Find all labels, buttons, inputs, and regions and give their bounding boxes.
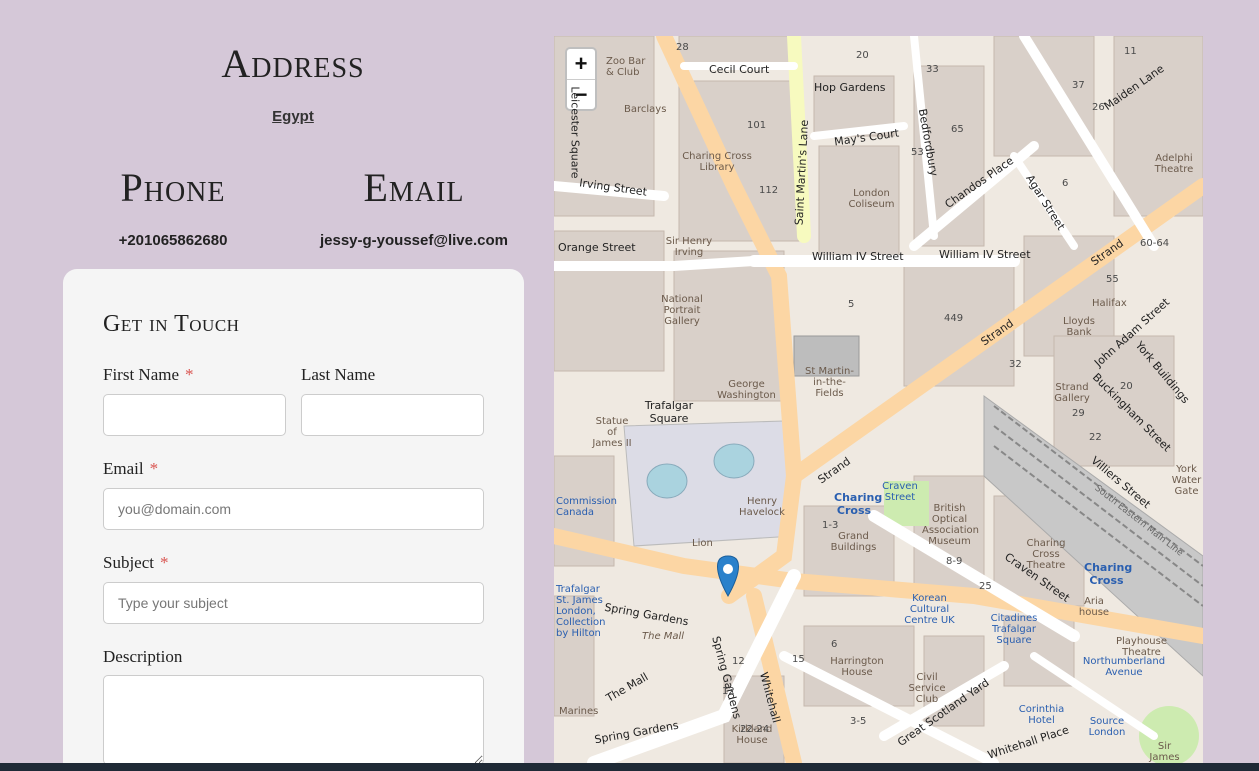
house-number: 22 [1089, 432, 1102, 443]
map-place: Henry Havelock [739, 496, 785, 518]
email-heading: Email [363, 165, 465, 210]
email-input[interactable] [103, 488, 484, 530]
house-number: 112 [759, 185, 779, 196]
last-name-label: Last Name [301, 365, 376, 384]
house-number: 37 [1072, 80, 1085, 91]
required-mark: * [185, 365, 194, 384]
map-place: Craven Street [882, 481, 918, 503]
map-place: Barclays [624, 104, 667, 115]
map-view[interactable]: + − Cecil Court Hop Gardens May's Court … [554, 36, 1203, 763]
address-heading: Address [221, 41, 365, 86]
map-place: Trafalgar Square [644, 399, 694, 425]
map-label: Cecil Court [709, 63, 770, 76]
map-place: Harrington House [830, 656, 884, 678]
subject-label-text: Subject [103, 553, 154, 572]
zoom-in-button[interactable]: + [567, 49, 595, 79]
house-number: 22-24 [740, 724, 770, 735]
email-label-text: Email [103, 459, 144, 478]
map-place: St Martin-in-the-Fields [805, 366, 854, 399]
map-place: Sir James Outram [1149, 741, 1180, 763]
map-label: Orange Street [558, 241, 636, 254]
email-value: jessy-g-youssef@live.com [319, 232, 509, 249]
map-place: Charing Cross Theatre [1026, 538, 1066, 571]
map-place: Charing Cross Library [682, 151, 752, 173]
address-link[interactable]: Egypt [243, 108, 343, 125]
house-number: 11 [1124, 46, 1137, 57]
map-place: Statue of James II [592, 416, 632, 449]
house-number: 60-64 [1140, 238, 1170, 249]
map-place: Charing Cross [834, 491, 883, 517]
house-number: 25 [979, 581, 992, 592]
house-number: 15 [792, 654, 805, 665]
map-place: Halifax [1092, 298, 1127, 309]
map-place: Aria house [1078, 596, 1110, 618]
house-number: 28 [676, 42, 689, 53]
first-name-label: First Name * [103, 365, 194, 385]
map-place: Sir Henry Irving [665, 236, 713, 258]
contact-form-card: Get in Touch First Name * Last Name Email… [63, 269, 524, 771]
description-label: Description [103, 647, 183, 666]
map-place: Playhouse Theatre [1115, 636, 1167, 658]
required-mark: * [149, 459, 159, 478]
house-number: 6 [1062, 178, 1069, 189]
first-name-label-text: First Name [103, 365, 180, 384]
map-place: Marines [559, 706, 599, 717]
subject-input[interactable] [103, 582, 484, 624]
house-number: 33 [926, 64, 939, 75]
form-title: Get in Touch [103, 311, 240, 337]
house-number: 1-3 [822, 520, 839, 531]
house-number: 8-9 [946, 556, 963, 567]
map-place: London Coliseum [848, 188, 895, 210]
email-label: Email * [103, 459, 158, 479]
map-place: Commission Canada [556, 496, 618, 518]
house-number: 449 [944, 313, 964, 324]
house-number: 26 [1092, 102, 1105, 113]
house-number: 20 [856, 50, 869, 61]
map-place: Charing Cross [1084, 561, 1133, 587]
house-number: 65 [951, 124, 964, 135]
map-place: Lion [692, 538, 713, 549]
map-place: National Portrait Gallery [661, 294, 703, 327]
house-number: 101 [747, 120, 767, 131]
house-number: 12 [722, 686, 735, 697]
house-number: 3-5 [850, 716, 867, 727]
house-number: 5 [848, 299, 855, 310]
taskbar [0, 763, 1259, 771]
map-label: William IV Street [812, 250, 904, 263]
house-number: 12 [732, 656, 745, 667]
map-place: Trafalgar St. James London, Collection b… [556, 584, 606, 639]
map-place: Grand Buildings [830, 531, 877, 553]
map-place: Civil Service Club [908, 672, 946, 705]
map-place: The Mall [642, 631, 685, 642]
first-name-input[interactable] [103, 394, 286, 436]
map-place: Zoo Bar & Club [606, 56, 646, 78]
map-place: Lloyds Bank [1063, 316, 1095, 338]
map-label: Hop Gardens [814, 81, 886, 94]
phone-heading: Phone [120, 165, 226, 210]
house-number: 55 [1106, 274, 1119, 285]
map-place: Strand Gallery [1054, 382, 1090, 404]
house-number: 20 [1120, 381, 1133, 392]
house-number: 29 [1072, 408, 1085, 419]
required-mark: * [160, 553, 169, 572]
phone-value: +201065862680 [118, 232, 228, 249]
map-label: Leicester Square [568, 86, 582, 179]
house-number: 6 [831, 639, 838, 650]
map-label: William IV Street [939, 248, 1031, 261]
map-place: Source London [1088, 716, 1126, 738]
map-place: Korean Cultural Centre UK [904, 593, 955, 626]
house-number: 53 [911, 147, 924, 158]
description-textarea[interactable] [103, 675, 484, 765]
subject-label: Subject * [103, 553, 169, 573]
last-name-input[interactable] [301, 394, 484, 436]
map-place: Corinthia Hotel [1018, 704, 1065, 726]
map-place: York Water Gate [1171, 464, 1202, 497]
map-place: Citadines Trafalgar Square [990, 613, 1038, 646]
map-place: Adelphi Theatre [1154, 153, 1194, 175]
map-place: George Washington [717, 379, 776, 401]
map-place: British Optical Association Museum [922, 503, 979, 547]
map-place: Northumberland Avenue [1082, 656, 1166, 678]
house-number: 32 [1009, 359, 1022, 370]
